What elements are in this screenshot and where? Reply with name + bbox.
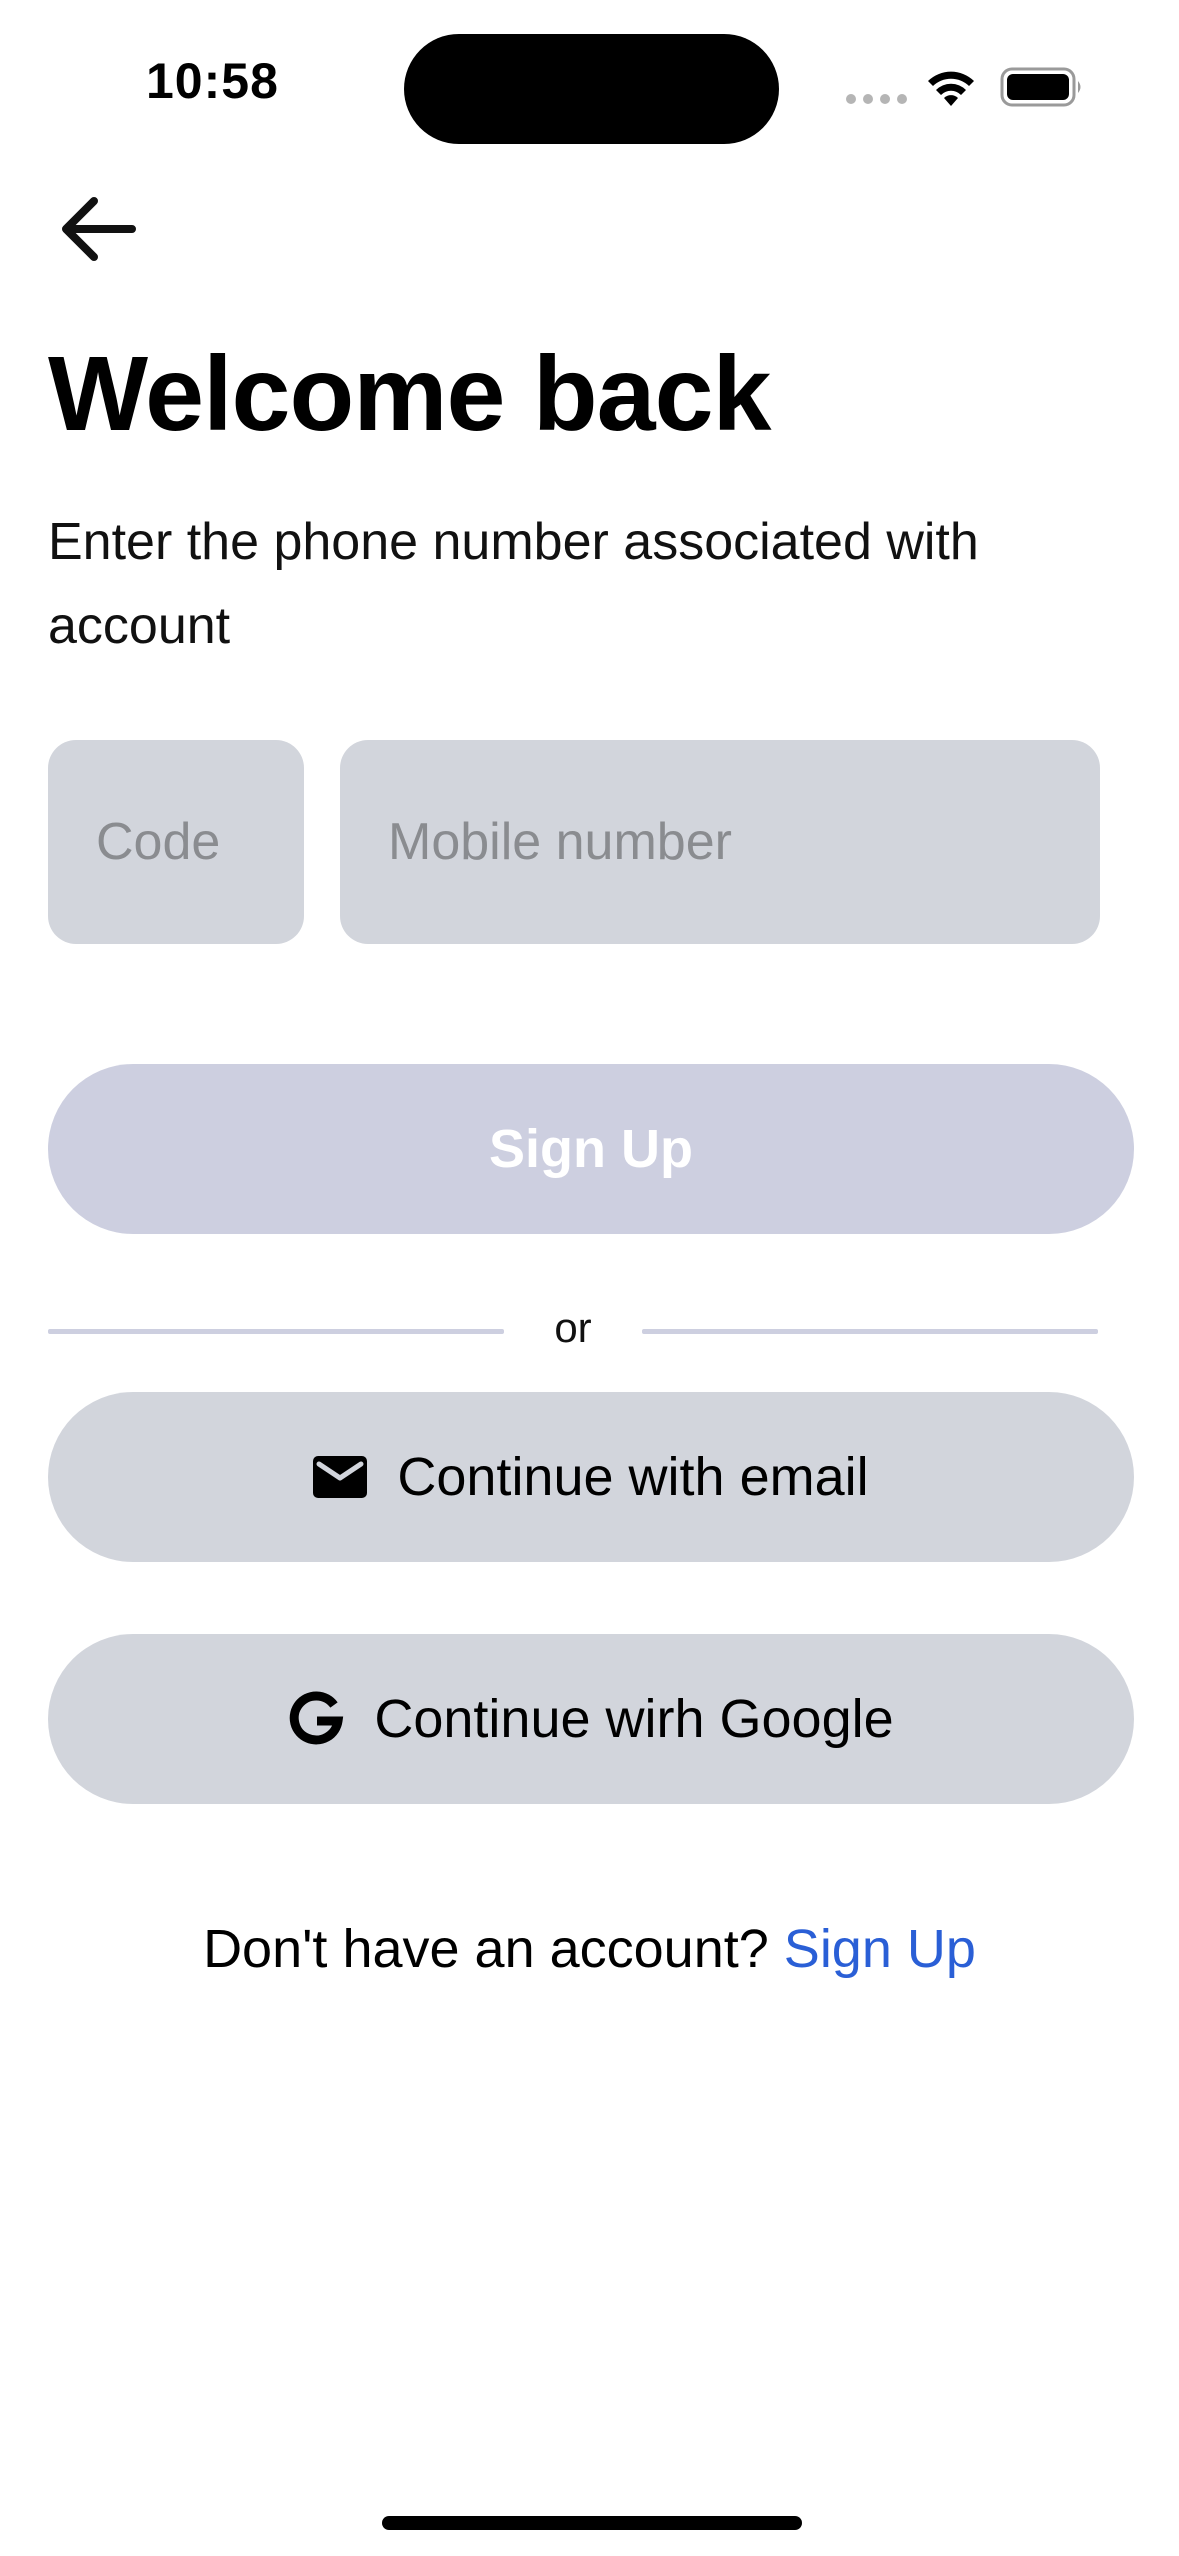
arrow-left-icon [62,197,136,261]
continue-with-email-button[interactable]: Continue with email [48,1392,1134,1562]
signup-prompt: Don't have an account? Sign Up [0,1918,1179,1980]
divider-text: or [554,1304,592,1351]
status-time: 10:58 [146,53,279,109]
mobile-number-input[interactable] [340,740,1100,944]
battery-icon [1000,67,1081,107]
cellular-signal-icon [846,94,907,104]
page-subtitle: Enter the phone number associated with a… [48,513,979,655]
continue-with-google-button[interactable]: Continue wirh Google [48,1634,1134,1804]
sign-up-link[interactable]: Sign Up [784,1919,976,1979]
google-icon [288,1691,344,1747]
sign-up-button[interactable]: Sign Up [48,1064,1134,1234]
continue-with-email-label: Continue with email [397,1447,869,1507]
page-title: Welcome back [48,335,771,453]
dynamic-island [404,34,779,144]
country-code-input[interactable] [48,740,304,944]
wifi-icon [928,71,974,106]
continue-with-google-label: Continue wirh Google [374,1689,894,1749]
back-button[interactable] [52,184,142,274]
home-indicator[interactable] [382,2516,802,2530]
sign-up-button-label: Sign Up [489,1119,693,1179]
divider-line-left [48,1329,504,1334]
envelope-icon [313,1456,368,1498]
signup-prompt-text: Don't have an account? [203,1919,769,1979]
divider-line-right [642,1329,1098,1334]
